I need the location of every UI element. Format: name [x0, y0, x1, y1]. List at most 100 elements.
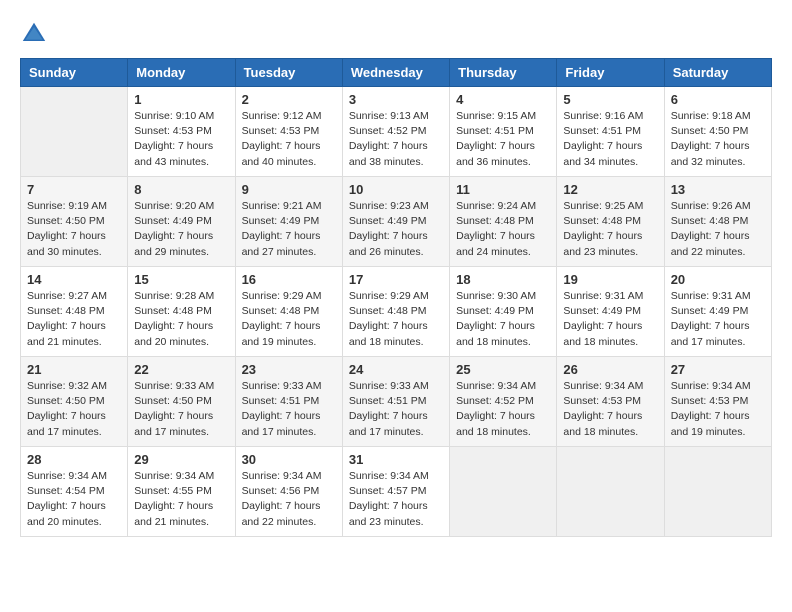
- calendar-week-row-5: 28 Sunrise: 9:34 AMSunset: 4:54 PMDayligh…: [21, 447, 772, 537]
- day-info: Sunrise: 9:34 AMSunset: 4:54 PMDaylight:…: [27, 469, 121, 530]
- calendar-cell: [557, 447, 664, 537]
- logo: [20, 20, 52, 48]
- calendar-cell: 4 Sunrise: 9:15 AMSunset: 4:51 PMDaylight…: [450, 87, 557, 177]
- calendar-week-row-1: 1 Sunrise: 9:10 AMSunset: 4:53 PMDaylight…: [21, 87, 772, 177]
- calendar-week-row-4: 21 Sunrise: 9:32 AMSunset: 4:50 PMDayligh…: [21, 357, 772, 447]
- day-number: 7: [27, 182, 121, 197]
- day-number: 15: [134, 272, 228, 287]
- day-number: 31: [349, 452, 443, 467]
- calendar-cell: 18 Sunrise: 9:30 AMSunset: 4:49 PMDayligh…: [450, 267, 557, 357]
- day-number: 24: [349, 362, 443, 377]
- calendar-header-tuesday: Tuesday: [235, 59, 342, 87]
- day-number: 22: [134, 362, 228, 377]
- day-info: Sunrise: 9:33 AMSunset: 4:51 PMDaylight:…: [242, 379, 336, 440]
- calendar-cell: 27 Sunrise: 9:34 AMSunset: 4:53 PMDayligh…: [664, 357, 771, 447]
- calendar-cell: 21 Sunrise: 9:32 AMSunset: 4:50 PMDayligh…: [21, 357, 128, 447]
- calendar-cell: 10 Sunrise: 9:23 AMSunset: 4:49 PMDayligh…: [342, 177, 449, 267]
- calendar-header-thursday: Thursday: [450, 59, 557, 87]
- day-info: Sunrise: 9:34 AMSunset: 4:53 PMDaylight:…: [671, 379, 765, 440]
- day-info: Sunrise: 9:30 AMSunset: 4:49 PMDaylight:…: [456, 289, 550, 350]
- day-number: 21: [27, 362, 121, 377]
- day-number: 17: [349, 272, 443, 287]
- day-number: 16: [242, 272, 336, 287]
- calendar-header-wednesday: Wednesday: [342, 59, 449, 87]
- day-number: 6: [671, 92, 765, 107]
- day-number: 30: [242, 452, 336, 467]
- calendar-cell: 2 Sunrise: 9:12 AMSunset: 4:53 PMDaylight…: [235, 87, 342, 177]
- day-number: 9: [242, 182, 336, 197]
- calendar-cell: 8Sunrise: 9:20 AMSunset: 4:49 PMDaylight…: [128, 177, 235, 267]
- day-number: 14: [27, 272, 121, 287]
- calendar-cell: 11 Sunrise: 9:24 AMSunset: 4:48 PMDayligh…: [450, 177, 557, 267]
- day-number: 4: [456, 92, 550, 107]
- calendar-cell: 5 Sunrise: 9:16 AMSunset: 4:51 PMDaylight…: [557, 87, 664, 177]
- day-number: 13: [671, 182, 765, 197]
- day-info: Sunrise: 9:16 AMSunset: 4:51 PMDaylight:…: [563, 109, 657, 170]
- day-info: Sunrise: 9:34 AMSunset: 4:56 PMDaylight:…: [242, 469, 336, 530]
- day-number: 26: [563, 362, 657, 377]
- page-header: [20, 20, 772, 48]
- calendar-cell: 1 Sunrise: 9:10 AMSunset: 4:53 PMDaylight…: [128, 87, 235, 177]
- day-number: 28: [27, 452, 121, 467]
- calendar-week-row-2: 7Sunrise: 9:19 AMSunset: 4:50 PMDaylight…: [21, 177, 772, 267]
- day-number: 27: [671, 362, 765, 377]
- day-number: 23: [242, 362, 336, 377]
- day-number: 29: [134, 452, 228, 467]
- calendar-cell: 30 Sunrise: 9:34 AMSunset: 4:56 PMDayligh…: [235, 447, 342, 537]
- day-info: Sunrise: 9:18 AMSunset: 4:50 PMDaylight:…: [671, 109, 765, 170]
- calendar-cell: 23 Sunrise: 9:33 AMSunset: 4:51 PMDayligh…: [235, 357, 342, 447]
- calendar-cell: 12 Sunrise: 9:25 AMSunset: 4:48 PMDayligh…: [557, 177, 664, 267]
- calendar-cell: 25 Sunrise: 9:34 AMSunset: 4:52 PMDayligh…: [450, 357, 557, 447]
- day-info: Sunrise: 9:34 AMSunset: 4:53 PMDaylight:…: [563, 379, 657, 440]
- day-info: Sunrise: 9:20 AMSunset: 4:49 PMDaylight:…: [134, 199, 228, 260]
- day-number: 3: [349, 92, 443, 107]
- calendar-cell: 31 Sunrise: 9:34 AMSunset: 4:57 PMDayligh…: [342, 447, 449, 537]
- calendar-header-saturday: Saturday: [664, 59, 771, 87]
- calendar-cell: [21, 87, 128, 177]
- day-info: Sunrise: 9:29 AMSunset: 4:48 PMDaylight:…: [242, 289, 336, 350]
- calendar-week-row-3: 14 Sunrise: 9:27 AMSunset: 4:48 PMDayligh…: [21, 267, 772, 357]
- calendar-cell: 24 Sunrise: 9:33 AMSunset: 4:51 PMDayligh…: [342, 357, 449, 447]
- calendar-cell: 15 Sunrise: 9:28 AMSunset: 4:48 PMDayligh…: [128, 267, 235, 357]
- calendar-cell: 20Sunrise: 9:31 AMSunset: 4:49 PMDayligh…: [664, 267, 771, 357]
- day-info: Sunrise: 9:21 AMSunset: 4:49 PMDaylight:…: [242, 199, 336, 260]
- day-number: 5: [563, 92, 657, 107]
- day-number: 18: [456, 272, 550, 287]
- day-info: Sunrise: 9:34 AMSunset: 4:52 PMDaylight:…: [456, 379, 550, 440]
- day-info: Sunrise: 9:24 AMSunset: 4:48 PMDaylight:…: [456, 199, 550, 260]
- day-number: 10: [349, 182, 443, 197]
- calendar-cell: [450, 447, 557, 537]
- calendar-header-sunday: Sunday: [21, 59, 128, 87]
- day-info: Sunrise: 9:26 AMSunset: 4:48 PMDaylight:…: [671, 199, 765, 260]
- calendar-cell: 3Sunrise: 9:13 AMSunset: 4:52 PMDaylight…: [342, 87, 449, 177]
- day-info: Sunrise: 9:28 AMSunset: 4:48 PMDaylight:…: [134, 289, 228, 350]
- day-info: Sunrise: 9:25 AMSunset: 4:48 PMDaylight:…: [563, 199, 657, 260]
- calendar-cell: 6 Sunrise: 9:18 AMSunset: 4:50 PMDaylight…: [664, 87, 771, 177]
- day-info: Sunrise: 9:23 AMSunset: 4:49 PMDaylight:…: [349, 199, 443, 260]
- calendar-cell: [664, 447, 771, 537]
- calendar-cell: 9 Sunrise: 9:21 AMSunset: 4:49 PMDaylight…: [235, 177, 342, 267]
- calendar-cell: 28 Sunrise: 9:34 AMSunset: 4:54 PMDayligh…: [21, 447, 128, 537]
- logo-icon: [20, 20, 48, 48]
- day-info: Sunrise: 9:34 AMSunset: 4:57 PMDaylight:…: [349, 469, 443, 530]
- calendar-header-row: SundayMondayTuesdayWednesdayThursdayFrid…: [21, 59, 772, 87]
- day-number: 2: [242, 92, 336, 107]
- day-number: 25: [456, 362, 550, 377]
- day-number: 1: [134, 92, 228, 107]
- day-info: Sunrise: 9:31 AMSunset: 4:49 PMDaylight:…: [671, 289, 765, 350]
- day-info: Sunrise: 9:29 AMSunset: 4:48 PMDaylight:…: [349, 289, 443, 350]
- calendar-table: SundayMondayTuesdayWednesdayThursdayFrid…: [20, 58, 772, 537]
- day-number: 12: [563, 182, 657, 197]
- calendar-cell: 17 Sunrise: 9:29 AMSunset: 4:48 PMDayligh…: [342, 267, 449, 357]
- day-info: Sunrise: 9:32 AMSunset: 4:50 PMDaylight:…: [27, 379, 121, 440]
- day-info: Sunrise: 9:10 AMSunset: 4:53 PMDaylight:…: [134, 109, 228, 170]
- calendar-header-monday: Monday: [128, 59, 235, 87]
- calendar-cell: 16 Sunrise: 9:29 AMSunset: 4:48 PMDayligh…: [235, 267, 342, 357]
- calendar-cell: 19Sunrise: 9:31 AMSunset: 4:49 PMDayligh…: [557, 267, 664, 357]
- day-info: Sunrise: 9:12 AMSunset: 4:53 PMDaylight:…: [242, 109, 336, 170]
- day-number: 11: [456, 182, 550, 197]
- day-info: Sunrise: 9:33 AMSunset: 4:51 PMDaylight:…: [349, 379, 443, 440]
- day-info: Sunrise: 9:15 AMSunset: 4:51 PMDaylight:…: [456, 109, 550, 170]
- day-info: Sunrise: 9:27 AMSunset: 4:48 PMDaylight:…: [27, 289, 121, 350]
- day-number: 19: [563, 272, 657, 287]
